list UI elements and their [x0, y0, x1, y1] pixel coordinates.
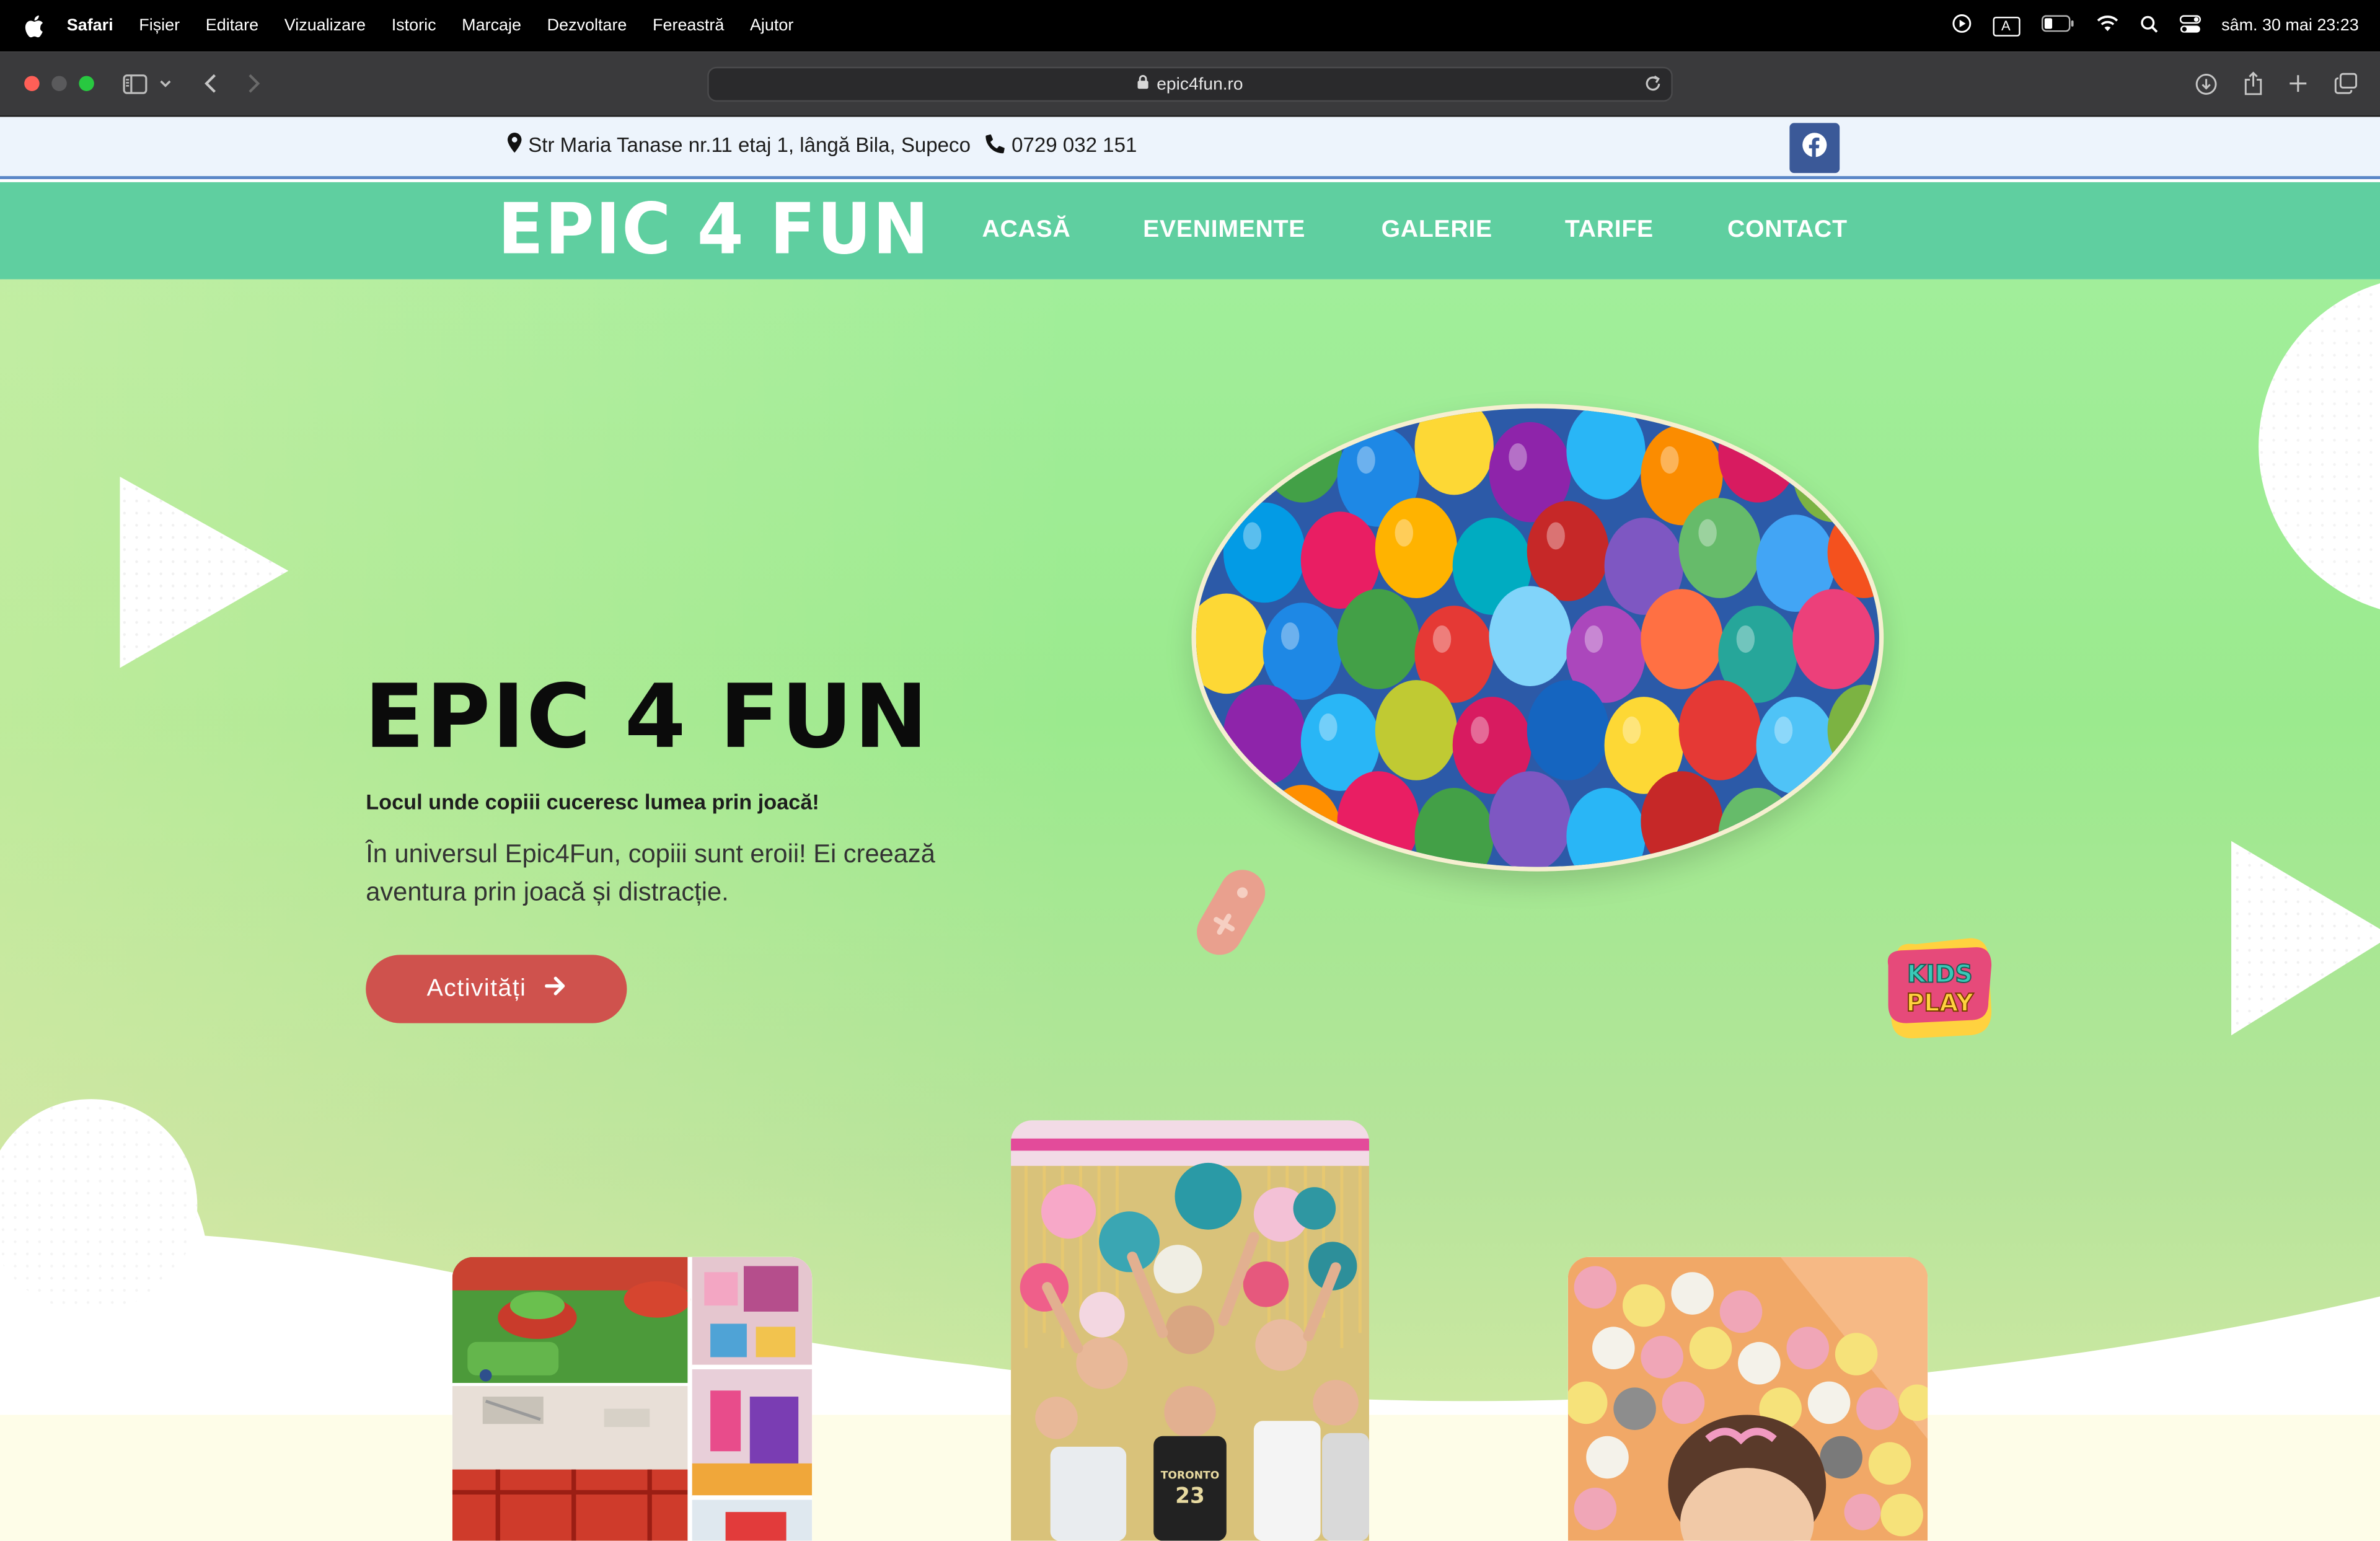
- menu-fisier[interactable]: Fișier: [139, 17, 180, 35]
- menu-fereastra[interactable]: Fereastră: [653, 17, 724, 35]
- activities-button-label: Activități: [426, 975, 527, 1002]
- keyboard-input-icon[interactable]: A: [1992, 15, 2020, 36]
- menu-istoric[interactable]: Istoric: [392, 17, 436, 35]
- share-icon[interactable]: [2237, 70, 2268, 97]
- menu-editare[interactable]: Editare: [206, 17, 258, 35]
- kids-play-sticker: KIDS PLAY: [1882, 932, 1994, 1044]
- phone-number[interactable]: 0729 032 151: [1011, 134, 1137, 157]
- nav-link-galerie[interactable]: GALERIE: [1382, 217, 1492, 244]
- ball-pit-image: [1567, 1256, 1928, 1541]
- playroom-collage-image: [452, 1256, 813, 1541]
- gamepad-icon: [1187, 859, 1275, 965]
- address-bar[interactable]: epic4fun.ro: [707, 66, 1673, 102]
- main-navigation: EPIC 4 FUN ACASĂ EVENIMENTE GALERIE TARI…: [0, 182, 2380, 280]
- triangle-decoration-left: [120, 476, 289, 668]
- safari-toolbar: epic4fun.ro: [0, 51, 2380, 117]
- apple-icon[interactable]: [21, 14, 45, 38]
- arrow-right-icon: [544, 975, 566, 1002]
- hero-title: EPIC 4 FUN: [364, 665, 930, 769]
- nav-link-evenimente[interactable]: EVENIMENTE: [1143, 217, 1305, 244]
- facebook-button[interactable]: [1789, 123, 1840, 174]
- gallery-card-playroom[interactable]: [452, 1256, 813, 1541]
- half-circle-decoration-right: [2259, 283, 2380, 609]
- balloons-illustration: [1196, 408, 1879, 867]
- nav-link-contact[interactable]: CONTACT: [1727, 217, 1848, 244]
- close-window-button[interactable]: [24, 76, 40, 91]
- facebook-icon: [1802, 131, 1828, 165]
- hero-subtitle: Locul unde copiii cuceresc lumea prin jo…: [366, 789, 819, 814]
- menu-marcaje[interactable]: Marcaje: [462, 17, 521, 35]
- wifi-icon[interactable]: [2096, 15, 2118, 36]
- menu-ajutor[interactable]: Ajutor: [750, 17, 793, 35]
- phone-icon: [985, 133, 1005, 157]
- url-text: epic4fun.ro: [1157, 75, 1243, 94]
- menubar-status-area: A sâm. 30 mai 23:23: [1951, 0, 2359, 51]
- new-tab-icon[interactable]: [2283, 70, 2313, 97]
- map-pin-icon: [507, 132, 522, 158]
- nav-link-acasa[interactable]: ACASĂ: [982, 217, 1071, 244]
- play-icon[interactable]: [1951, 14, 1971, 38]
- balloon-cluster: [1196, 408, 1879, 867]
- menu-vizualizare[interactable]: Vizualizare: [284, 17, 366, 35]
- chevron-down-icon[interactable]: [153, 70, 177, 97]
- kids-party-image: TORONTO 23: [1011, 1120, 1369, 1541]
- gallery-card-ballpit[interactable]: [1567, 1256, 1928, 1541]
- battery-icon[interactable]: [2040, 15, 2074, 36]
- zoom-window-button[interactable]: [79, 76, 94, 91]
- top-info-bar: Str Maria Tanase nr.11 etaj 1, lângă Bil…: [0, 117, 2380, 179]
- gallery-card-party[interactable]: TORONTO 23: [1011, 1120, 1369, 1541]
- nav-link-tarife[interactable]: TARIFE: [1565, 217, 1654, 244]
- hero-description: În universul Epic4Fun, copiii sunt eroii…: [366, 839, 935, 907]
- forward-icon[interactable]: [238, 70, 268, 97]
- jersey-text: TORONTO: [1161, 1469, 1220, 1481]
- minimize-window-button[interactable]: [51, 76, 67, 91]
- address-text[interactable]: Str Maria Tanase nr.11 etaj 1, lângă Bil…: [528, 134, 971, 157]
- downloads-icon[interactable]: [2190, 70, 2221, 97]
- screen: Safari Fișier Editare Vizualizare Istori…: [0, 0, 2380, 1541]
- activities-button[interactable]: Activități: [366, 955, 627, 1023]
- sidebar-toggle-icon[interactable]: [120, 70, 150, 97]
- menu-safari[interactable]: Safari: [67, 17, 113, 35]
- triangle-decoration-right: [2231, 841, 2380, 1036]
- contact-info: Str Maria Tanase nr.11 etaj 1, lângă Bil…: [507, 132, 1137, 158]
- back-icon[interactable]: [194, 70, 224, 97]
- control-center-icon[interactable]: [2179, 14, 2200, 37]
- sticker-text-kids: KIDS: [1907, 961, 1973, 989]
- site-logo[interactable]: EPIC 4 FUN: [498, 189, 930, 270]
- sticker-text-play: PLAY: [1906, 989, 1974, 1017]
- macos-menubar: Safari Fișier Editare Vizualizare Istori…: [0, 0, 2380, 52]
- spotlight-search-icon[interactable]: [2140, 14, 2157, 37]
- menubar-clock[interactable]: sâm. 30 mai 23:23: [2221, 17, 2359, 35]
- lock-icon: [1137, 74, 1149, 94]
- jersey-number: 23: [1175, 1484, 1205, 1509]
- window-controls: [24, 76, 94, 91]
- menu-dezvoltare[interactable]: Dezvoltare: [547, 17, 627, 35]
- balloons-image: [1191, 404, 1884, 872]
- reload-icon[interactable]: [1644, 74, 1662, 97]
- tab-overview-icon[interactable]: [2330, 70, 2360, 97]
